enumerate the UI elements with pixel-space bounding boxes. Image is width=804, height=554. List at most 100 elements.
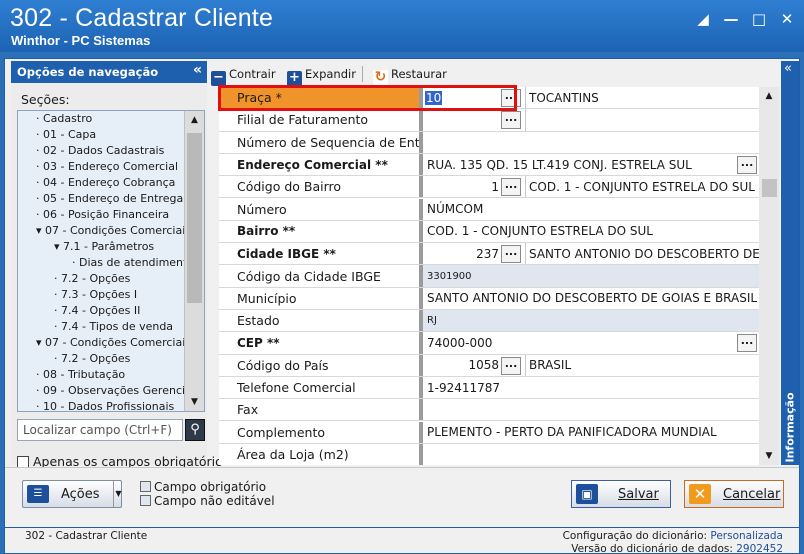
field-value[interactable]: [423, 132, 759, 153]
chevron-down-icon[interactable]: ▼: [113, 481, 123, 507]
code-input[interactable]: 1: [423, 176, 499, 197]
minimize-icon[interactable]: —: [722, 10, 740, 28]
scroll-down-icon[interactable]: ▼: [185, 393, 204, 411]
tree-item[interactable]: · 7.2 - Opções: [18, 351, 183, 367]
grid-row[interactable]: Praça * 10... TOCANTINS: [219, 87, 759, 110]
grid-row[interactable]: Filial de Faturamento...: [219, 109, 759, 132]
tree-item-label: 09 - Observações Gerenciais: [43, 384, 201, 397]
grid-row[interactable]: Município SANTO ANTONIO DO DESCOBERTO DE …: [219, 287, 759, 310]
tree-item[interactable]: · 02 - Dados Cadastrais: [18, 143, 183, 159]
tree-item[interactable]: · 03 - Endereço Comercial: [18, 159, 183, 175]
grid-row[interactable]: Complemento PLEMENTO - PERTO DA PANIFICAD…: [219, 421, 759, 444]
lookup-ellipsis-button[interactable]: ...: [501, 111, 521, 130]
field-value[interactable]: 3301900: [423, 265, 759, 287]
tree-item[interactable]: · Dias de atendimento: [18, 255, 194, 271]
tree-item[interactable]: · 09 - Observações Gerenciais: [18, 383, 201, 399]
field-value[interactable]: [423, 444, 759, 465]
close-icon[interactable]: ✕: [778, 10, 796, 28]
tree-item[interactable]: · 7.3 - Opções I: [18, 287, 183, 303]
tree-item[interactable]: ▾ 07 - Condições Comerciais: [18, 335, 191, 351]
lookup-ellipsis-button[interactable]: ...: [501, 178, 521, 197]
restaurar-button[interactable]: ↻ Restaurar: [373, 65, 447, 85]
lookup-ellipsis-button[interactable]: ...: [501, 356, 521, 375]
tree-scrollbar[interactable]: ▲ ▼: [184, 111, 204, 411]
scroll-up-icon[interactable]: ▲: [185, 111, 204, 129]
field-value-text: NÚMCOM: [427, 202, 484, 217]
grid-row[interactable]: Código do País 1058... BRASIL: [219, 354, 759, 377]
tree-item[interactable]: · 10 - Dados Profissionais: [18, 399, 183, 411]
grid-row[interactable]: Área da Loja (m2): [219, 443, 759, 465]
code-input[interactable]: 1058: [423, 355, 499, 376]
tree-item[interactable]: ▾ 07 - Condições Comerciais: [18, 223, 191, 239]
tree-item[interactable]: · 7.2 - Opções: [18, 271, 183, 287]
grid-row[interactable]: Número NÚMCOM: [219, 198, 759, 221]
expandir-label: Expandir: [305, 67, 356, 81]
field-search-input[interactable]: Localizar campo (Ctrl+F): [17, 419, 183, 441]
field-value[interactable]: 1... COD. 1 - CONJUNTO ESTRELA DO SUL: [423, 176, 759, 198]
field-ellipsis-button[interactable]: ...: [737, 334, 757, 353]
field-value[interactable]: 1-92411787: [423, 377, 759, 398]
tree-item[interactable]: · 7.4 - Tipos de venda: [18, 319, 183, 335]
tree-item[interactable]: · 08 - Tributação: [18, 367, 183, 383]
field-value[interactable]: ...: [423, 109, 759, 131]
field-value[interactable]: RJ: [423, 310, 759, 332]
field-value[interactable]: 237... SANTO ANTONIO DO DESCOBERTO DE G: [423, 243, 759, 265]
salvar-button[interactable]: ▣ Salvar: [571, 480, 671, 508]
field-ellipsis-button[interactable]: ...: [737, 155, 757, 174]
field-value[interactable]: COD. 1 - CONJUNTO ESTRELA DO SUL: [423, 221, 759, 242]
grid-scrollbar[interactable]: ▲ ▼: [759, 87, 779, 465]
contrair-button[interactable]: − Contrair: [211, 65, 276, 86]
field-value[interactable]: RUA. 135 QD. 15 LT.419 CONJ. ESTRELA SUL…: [423, 154, 759, 175]
tree-item[interactable]: · 05 - Endereço de Entrega: [18, 191, 183, 207]
cancelar-button[interactable]: ✕ Cancelar: [684, 480, 784, 508]
grid-row[interactable]: Bairro ** COD. 1 - CONJUNTO ESTRELA DO SU…: [219, 220, 759, 244]
scroll-thumb[interactable]: [187, 133, 202, 303]
tree-item[interactable]: ▾ 7.1 - Parâmetros: [18, 239, 183, 255]
code-input[interactable]: [423, 109, 499, 130]
grid-row[interactable]: CEP ** 74000-000...: [219, 332, 759, 355]
grid-row[interactable]: Código do Bairro 1... COD. 1 - CONJUNTO ES…: [219, 176, 759, 199]
field-label: Telefone Comercial: [237, 380, 356, 396]
collapse-info-icon[interactable]: «: [784, 61, 792, 76]
grid-row[interactable]: Telefone Comercial 1-92411787: [219, 376, 759, 400]
code-input[interactable]: 10: [423, 87, 499, 108]
collapse-nav-icon[interactable]: «: [193, 62, 202, 78]
tree-item[interactable]: · Cadastro: [18, 111, 183, 127]
lookup-ellipsis-button[interactable]: ...: [501, 245, 521, 264]
status-config-value: Personalizada: [710, 530, 783, 542]
lookup-ellipsis-button[interactable]: ...: [501, 89, 521, 107]
tree-item-label: 7.3 - Opções I: [61, 288, 138, 301]
tree-connector-icon: ·: [36, 176, 43, 189]
grid-row[interactable]: Número de Sequencia de Entre: [219, 131, 759, 154]
field-value[interactable]: 10... TOCANTINS: [423, 87, 759, 109]
tree-item[interactable]: · 04 - Endereço Cobrança: [18, 175, 183, 191]
code-input[interactable]: 237: [423, 243, 499, 264]
grid-row[interactable]: Fax: [219, 399, 759, 422]
status-screen-name: 302 - Cadastrar Cliente: [25, 530, 148, 542]
field-value[interactable]: SANTO ANTONIO DO DESCOBERTO DE GOIAS E B…: [423, 288, 759, 309]
grid-scroll-up-icon[interactable]: ▲: [759, 87, 779, 105]
restore-icon[interactable]: ◢: [694, 10, 712, 28]
property-grid: Praça * 10... TOCANTINS Filial de Faturamen…: [219, 87, 759, 465]
tree-item[interactable]: · 7.4 - Opções II: [18, 303, 183, 319]
acoes-button[interactable]: ☰ Ações ▼: [22, 480, 122, 508]
field-value[interactable]: PLEMENTO - PERTO DA PANIFICADORA MUNDIAL: [423, 422, 759, 443]
tree-item[interactable]: · 06 - Posição Financeira: [18, 207, 183, 223]
maximize-icon[interactable]: □: [750, 10, 768, 28]
field-value[interactable]: [423, 399, 759, 420]
tree-item-label: 7.2 - Opções: [61, 352, 131, 365]
grid-row[interactable]: Código da Cidade IBGE 3301900: [219, 265, 759, 288]
grid-scroll-down-icon[interactable]: ▼: [759, 447, 779, 465]
info-panel[interactable]: « Informação: [781, 61, 799, 465]
field-value[interactable]: 1058... BRASIL: [423, 354, 759, 376]
field-value[interactable]: 74000-000...: [423, 332, 759, 353]
grid-row[interactable]: Estado RJ: [219, 310, 759, 333]
grid-row[interactable]: Endereço Comercial ** RUA. 135 QD. 15 LT.…: [219, 153, 759, 177]
field-value[interactable]: NÚMCOM: [423, 199, 759, 220]
grid-row[interactable]: Cidade IBGE ** 237... SANTO ANTONIO DO DES…: [219, 243, 759, 266]
tree-item[interactable]: · 01 - Capa: [18, 127, 183, 143]
grid-scroll-thumb[interactable]: [762, 179, 777, 197]
expandir-button[interactable]: + Expandir: [287, 65, 356, 86]
search-icon[interactable]: ⚲: [185, 419, 205, 441]
lookup-description: BRASIL: [525, 354, 571, 376]
